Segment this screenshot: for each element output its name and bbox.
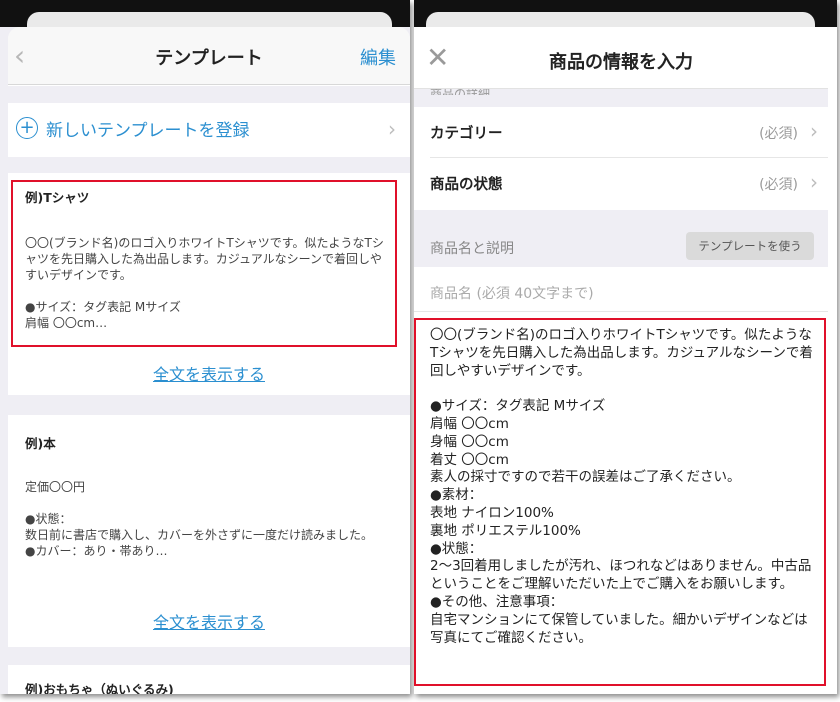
- chevron-right-icon: ›: [810, 119, 818, 143]
- highlight-box: [11, 180, 397, 347]
- section-gap: [8, 395, 410, 415]
- section-gap: [8, 86, 410, 103]
- condition-row[interactable]: 商品の状態 (必須) ›: [414, 158, 828, 208]
- template-sheet: ‹ テンプレート 編集 + 新しいテンプレートを登録 › 例)Tシャツ 〇〇(ブ…: [8, 27, 410, 694]
- product-name-input[interactable]: 商品名 (必須 40文字まで): [414, 267, 828, 311]
- section-label: 商品名と説明: [430, 241, 514, 257]
- add-template-row[interactable]: + 新しいテンプレートを登録 ›: [8, 103, 410, 157]
- category-row[interactable]: カテゴリー (必須) ›: [414, 107, 828, 157]
- name-description-header: 商品名と説明 テンプレートを使う: [414, 210, 828, 267]
- card-title: 例)本: [25, 436, 56, 451]
- show-full-text-link[interactable]: 全文を表示する: [8, 361, 410, 385]
- section-gap: [8, 647, 410, 665]
- template-list-screen: ‹ テンプレート 編集 + 新しいテンプレートを登録 › 例)Tシャツ 〇〇(ブ…: [0, 0, 410, 694]
- use-template-button[interactable]: テンプレートを使う: [686, 232, 814, 260]
- template-card-book[interactable]: 例)本 定価〇〇円 ●状態： 数日前に書店で購入し、カバーを外さずに一度だけ読み…: [8, 415, 410, 647]
- card-body: 定価〇〇円 ●状態： 数日前に書店で購入し、カバーを外さずに一度だけ読みました。…: [25, 480, 374, 558]
- nav-bar: ‹ テンプレート 編集: [8, 27, 410, 85]
- product-input-screen: 商品の詳細 カテゴリー (必須) › 商品の状態 (必須) › 商品名と説明 テ…: [414, 0, 837, 694]
- show-full-text-link[interactable]: 全文を表示する: [8, 609, 410, 633]
- product-name-placeholder: 商品名 (必須 40文字まで): [430, 286, 594, 302]
- template-card-toy[interactable]: 例)おもちゃ（ぬいぐるみ): [8, 665, 410, 694]
- page-title: テンプレート: [155, 48, 263, 69]
- category-required: (必須): [759, 126, 798, 142]
- edit-button[interactable]: 編集: [360, 44, 396, 70]
- nav-bar: ✕ 商品の情報を入力: [414, 27, 828, 89]
- add-template-label: 新しいテンプレートを登録: [46, 121, 250, 141]
- condition-label: 商品の状態: [430, 177, 503, 193]
- highlight-box: [414, 318, 826, 686]
- category-label: カテゴリー: [430, 126, 503, 142]
- page-title: 商品の情報を入力: [549, 52, 693, 73]
- chevron-right-icon: ›: [388, 117, 396, 141]
- section-gap: [8, 157, 410, 173]
- chevron-right-icon: ›: [810, 170, 818, 194]
- plus-circle-icon: +: [16, 117, 38, 139]
- card-title: 例)おもちゃ（ぬいぐるみ): [25, 682, 174, 694]
- condition-required: (必須): [759, 177, 798, 193]
